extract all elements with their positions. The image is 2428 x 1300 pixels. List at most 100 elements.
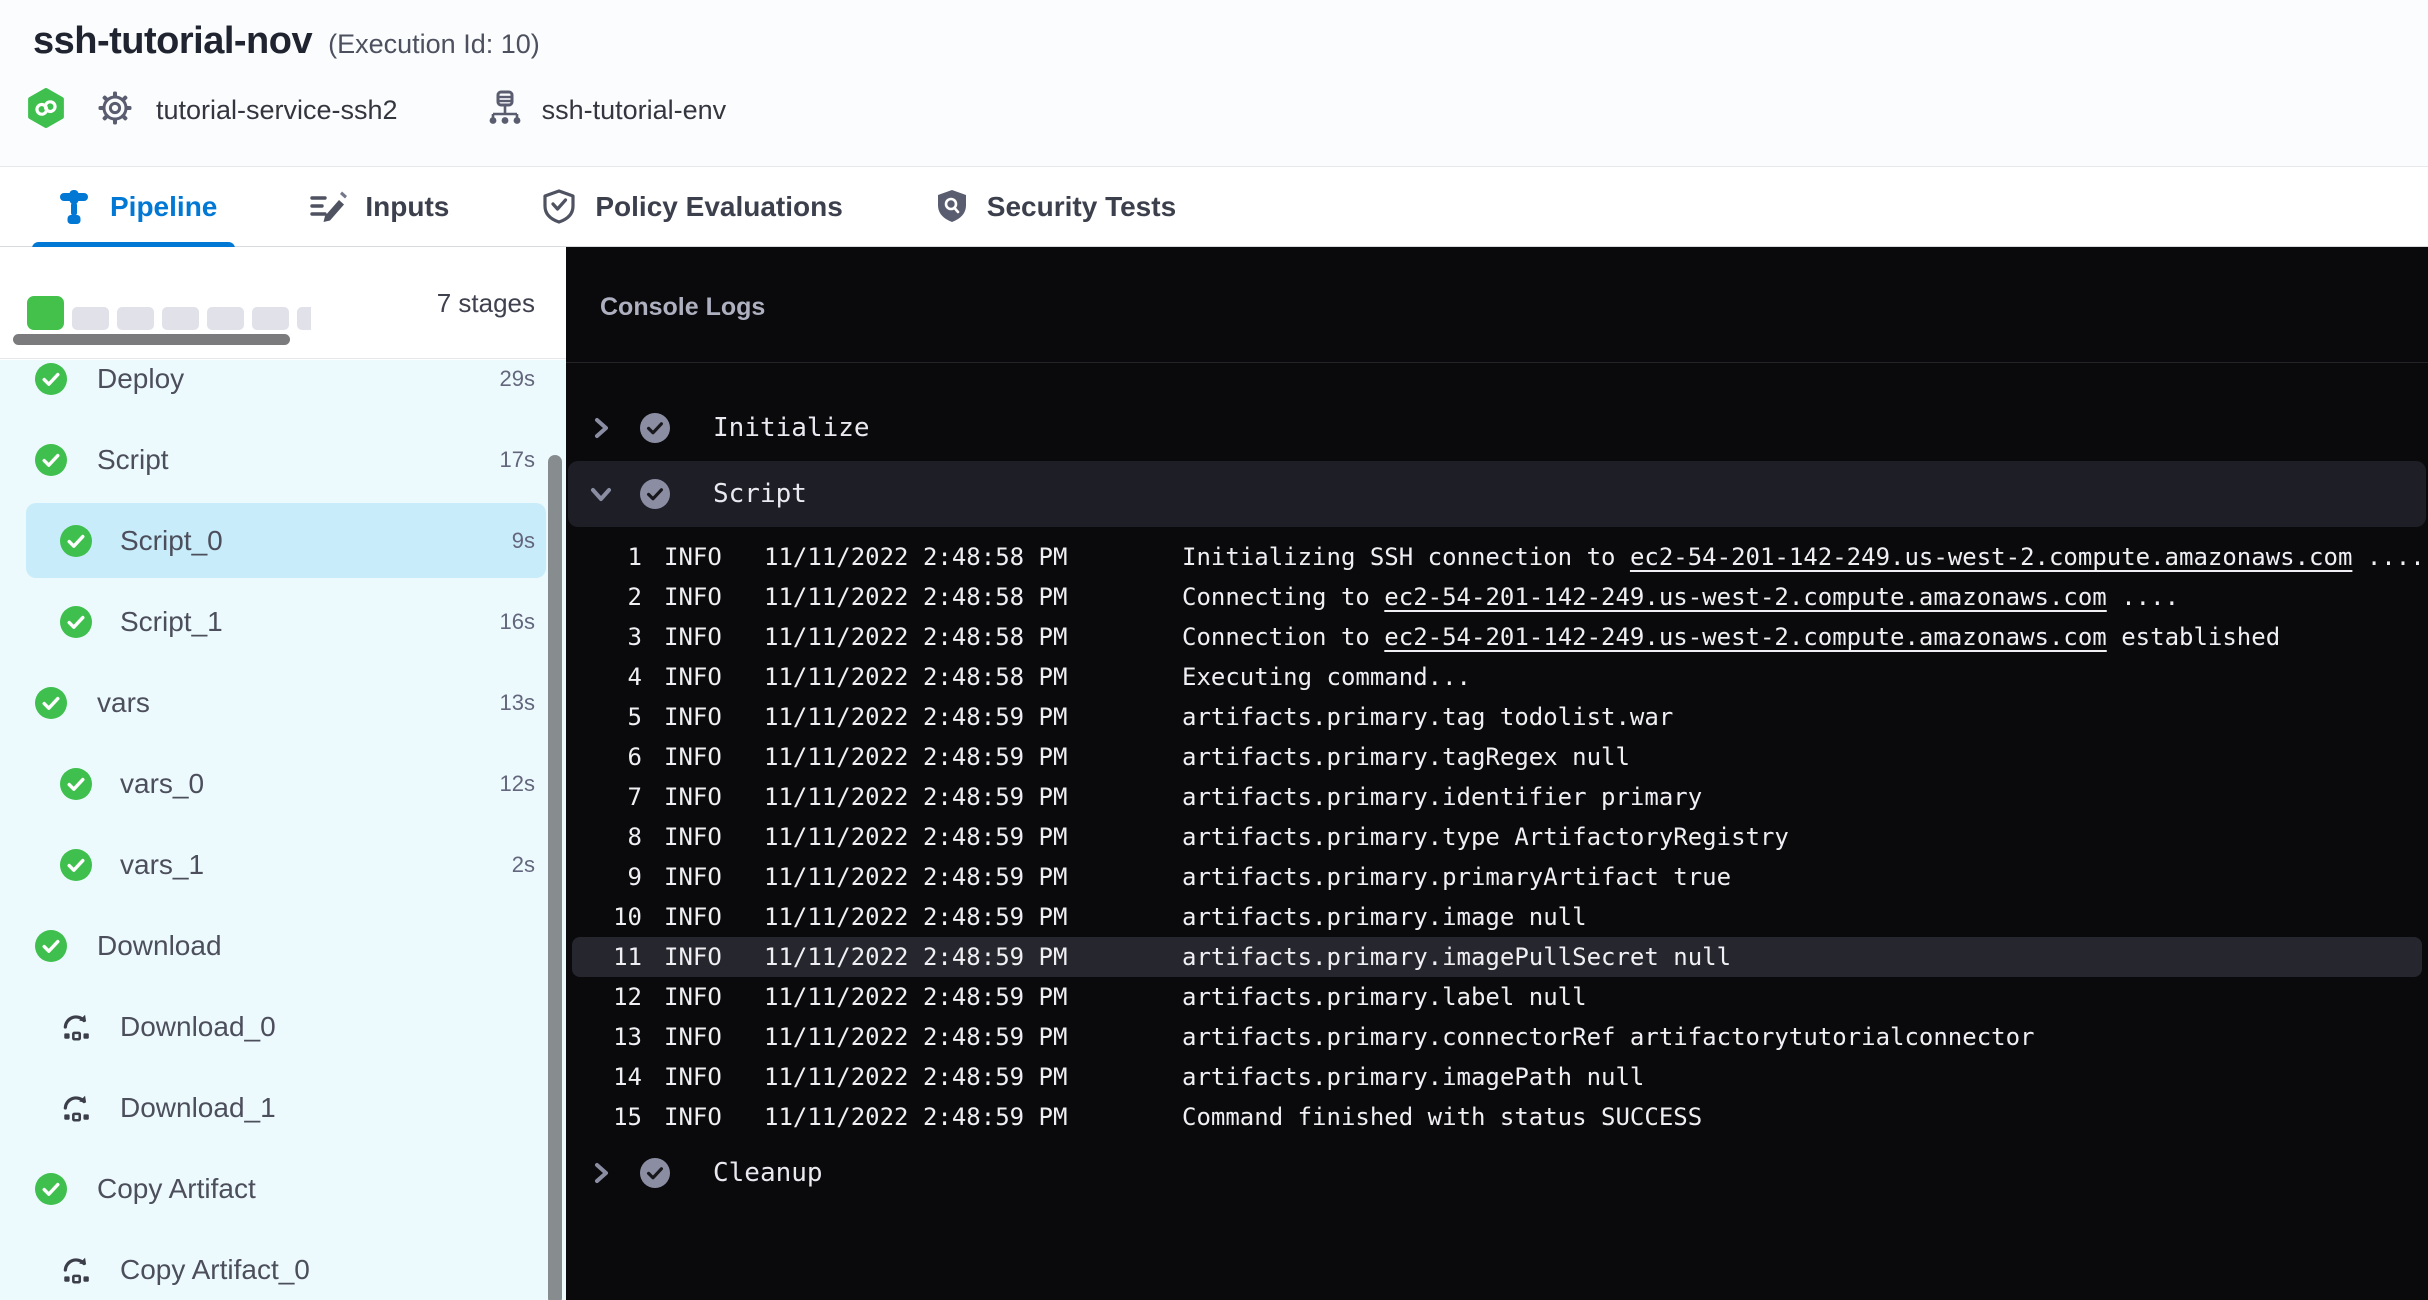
stage-row-copy-artifact[interactable]: Copy Artifact xyxy=(0,1148,566,1229)
log-timestamp: 11/11/2022 2:48:59 PM xyxy=(764,1103,1070,1131)
execution-id-label: (Execution Id: 10) xyxy=(328,29,540,60)
log-text: artifacts.primary.type ArtifactoryRegist… xyxy=(1182,823,1789,851)
sidebar-scrollbar[interactable] xyxy=(548,455,562,1300)
tab-inputs[interactable]: Inputs xyxy=(309,190,449,224)
tab-label: Policy Evaluations xyxy=(595,191,842,223)
log-line-14[interactable]: 14INFO11/11/2022 2:48:59 PMartifacts.pri… xyxy=(566,1057,2428,1097)
log-line-8[interactable]: 8INFO11/11/2022 2:48:59 PMartifacts.prim… xyxy=(566,817,2428,857)
section-label: Initialize xyxy=(713,413,870,443)
page-title-row: ssh-tutorial-nov (Execution Id: 10) xyxy=(33,20,540,63)
log-level: INFO xyxy=(664,543,724,571)
stage-duration: 13s xyxy=(500,690,535,716)
stage-row-deploy[interactable]: Deploy29s xyxy=(0,360,566,419)
stage-row-script_0[interactable]: Script_09s xyxy=(0,500,566,581)
stage-count-label: 7 stages xyxy=(437,288,535,319)
stage-row-download_1[interactable]: Download_1 xyxy=(0,1067,566,1148)
log-line-3[interactable]: 3INFO11/11/2022 2:48:58 PMConnection to … xyxy=(566,617,2428,657)
log-text: artifacts.primary.identifier primary xyxy=(1182,783,1702,811)
log-section-script[interactable]: Script xyxy=(566,461,2428,527)
environment-name[interactable]: ssh-tutorial-env xyxy=(542,95,727,126)
tab-pipeline[interactable]: Pipeline xyxy=(56,188,217,226)
log-text: .... xyxy=(2107,583,2179,611)
stage-row-script_1[interactable]: Script_116s xyxy=(0,581,566,662)
log-timestamp: 11/11/2022 2:48:58 PM xyxy=(764,623,1070,651)
stage-row-vars[interactable]: vars13s xyxy=(0,662,566,743)
section-label: Cleanup xyxy=(713,1158,823,1188)
retry-group-icon xyxy=(60,1011,92,1043)
log-message: Command finished with status SUCCESS xyxy=(1182,1103,1702,1131)
log-timestamp: 11/11/2022 2:48:59 PM xyxy=(764,1023,1070,1051)
stage-label: Download xyxy=(97,930,222,962)
log-message: artifacts.primary.imagePullSecret null xyxy=(1182,943,1731,971)
log-line-2[interactable]: 2INFO11/11/2022 2:48:58 PMConnecting to … xyxy=(566,577,2428,617)
log-line-6[interactable]: 6INFO11/11/2022 2:48:59 PMartifacts.prim… xyxy=(566,737,2428,777)
section-success-icon xyxy=(640,479,670,509)
success-check-icon xyxy=(60,849,92,881)
tab-bar: Pipeline Inputs Policy Evaluations Secur… xyxy=(0,166,2428,247)
main-content: 7 stages Deploy29s Script17s Script_09s … xyxy=(0,247,2428,1300)
chevron-right-icon[interactable] xyxy=(588,415,614,441)
chevron-right-icon[interactable] xyxy=(588,1160,614,1186)
line-number: 6 xyxy=(566,743,642,771)
log-line-5[interactable]: 5INFO11/11/2022 2:48:59 PMartifacts.prim… xyxy=(566,697,2428,737)
log-text: artifacts.primary.primaryArtifact true xyxy=(1182,863,1731,891)
host-link[interactable]: ec2-54-201-142-249.us-west-2.compute.ama… xyxy=(1630,543,2352,571)
environment-icon xyxy=(488,90,522,131)
stage-progress-panel: 7 stages xyxy=(0,247,566,359)
log-section-cleanup[interactable]: Cleanup xyxy=(566,1140,2428,1206)
section-label: Script xyxy=(713,479,807,509)
log-line-9[interactable]: 9INFO11/11/2022 2:48:59 PMartifacts.prim… xyxy=(566,857,2428,897)
log-message: artifacts.primary.imagePath null xyxy=(1182,1063,1644,1091)
stage-progress-square xyxy=(297,307,311,330)
stage-label: Script_0 xyxy=(120,525,223,557)
log-level: INFO xyxy=(664,1023,724,1051)
log-timestamp: 11/11/2022 2:48:59 PM xyxy=(764,823,1070,851)
horizontal-scrollbar[interactable] xyxy=(13,334,290,345)
stage-row-vars_1[interactable]: vars_12s xyxy=(0,824,566,905)
log-text: artifacts.primary.image null xyxy=(1182,903,1587,931)
log-section-initialize[interactable]: Initialize xyxy=(566,395,2428,461)
log-level: INFO xyxy=(664,863,724,891)
log-line-13[interactable]: 13INFO11/11/2022 2:48:59 PMartifacts.pri… xyxy=(566,1017,2428,1057)
log-line-4[interactable]: 4INFO11/11/2022 2:48:58 PMExecuting comm… xyxy=(566,657,2428,697)
log-message: artifacts.primary.identifier primary xyxy=(1182,783,1702,811)
log-message: Connecting to ec2-54-201-142-249.us-west… xyxy=(1182,583,2179,611)
stage-progress-squares xyxy=(27,296,311,330)
stage-row-vars_0[interactable]: vars_012s xyxy=(0,743,566,824)
log-timestamp: 11/11/2022 2:48:59 PM xyxy=(764,783,1070,811)
stage-row-download[interactable]: Download xyxy=(0,905,566,986)
host-link[interactable]: ec2-54-201-142-249.us-west-2.compute.ama… xyxy=(1384,623,2106,651)
tab-policy-evaluations[interactable]: Policy Evaluations xyxy=(541,188,842,226)
log-text: Executing command... xyxy=(1182,663,1471,691)
retry-group-icon xyxy=(60,1254,92,1286)
log-line-11[interactable]: 11INFO11/11/2022 2:48:59 PMartifacts.pri… xyxy=(566,937,2428,977)
line-number: 13 xyxy=(566,1023,642,1051)
line-number: 3 xyxy=(566,623,642,651)
chevron-down-icon[interactable] xyxy=(588,481,614,507)
service-name[interactable]: tutorial-service-ssh2 xyxy=(156,95,398,126)
log-text: Connection to xyxy=(1182,623,1384,651)
log-message: artifacts.primary.tag todolist.war xyxy=(1182,703,1673,731)
log-text: established xyxy=(2107,623,2280,651)
host-link[interactable]: ec2-54-201-142-249.us-west-2.compute.ama… xyxy=(1384,583,2106,611)
tab-security-tests[interactable]: Security Tests xyxy=(935,188,1176,226)
console-panel: Console Logs Initialize Script1INFO11/11… xyxy=(566,247,2428,1300)
line-number: 14 xyxy=(566,1063,642,1091)
stage-row-script[interactable]: Script17s xyxy=(0,419,566,500)
line-number: 9 xyxy=(566,863,642,891)
log-line-1[interactable]: 1INFO11/11/2022 2:48:58 PMInitializing S… xyxy=(566,537,2428,577)
log-line-10[interactable]: 10INFO11/11/2022 2:48:59 PMartifacts.pri… xyxy=(566,897,2428,937)
line-number: 2 xyxy=(566,583,642,611)
log-text: Connecting to xyxy=(1182,583,1384,611)
log-line-12[interactable]: 12INFO11/11/2022 2:48:59 PMartifacts.pri… xyxy=(566,977,2428,1017)
stage-duration: 12s xyxy=(500,771,535,797)
log-level: INFO xyxy=(664,943,724,971)
success-check-icon xyxy=(35,1173,67,1205)
stage-row-download_0[interactable]: Download_0 xyxy=(0,986,566,1067)
stage-label: Download_0 xyxy=(120,1011,276,1043)
stage-row-copy-artifact_0[interactable]: Copy Artifact_0 xyxy=(0,1229,566,1300)
log-line-7[interactable]: 7INFO11/11/2022 2:48:59 PMartifacts.prim… xyxy=(566,777,2428,817)
log-line-15[interactable]: 15INFO11/11/2022 2:48:59 PMCommand finis… xyxy=(566,1097,2428,1137)
log-message: artifacts.primary.primaryArtifact true xyxy=(1182,863,1731,891)
log-timestamp: 11/11/2022 2:48:59 PM xyxy=(764,743,1070,771)
